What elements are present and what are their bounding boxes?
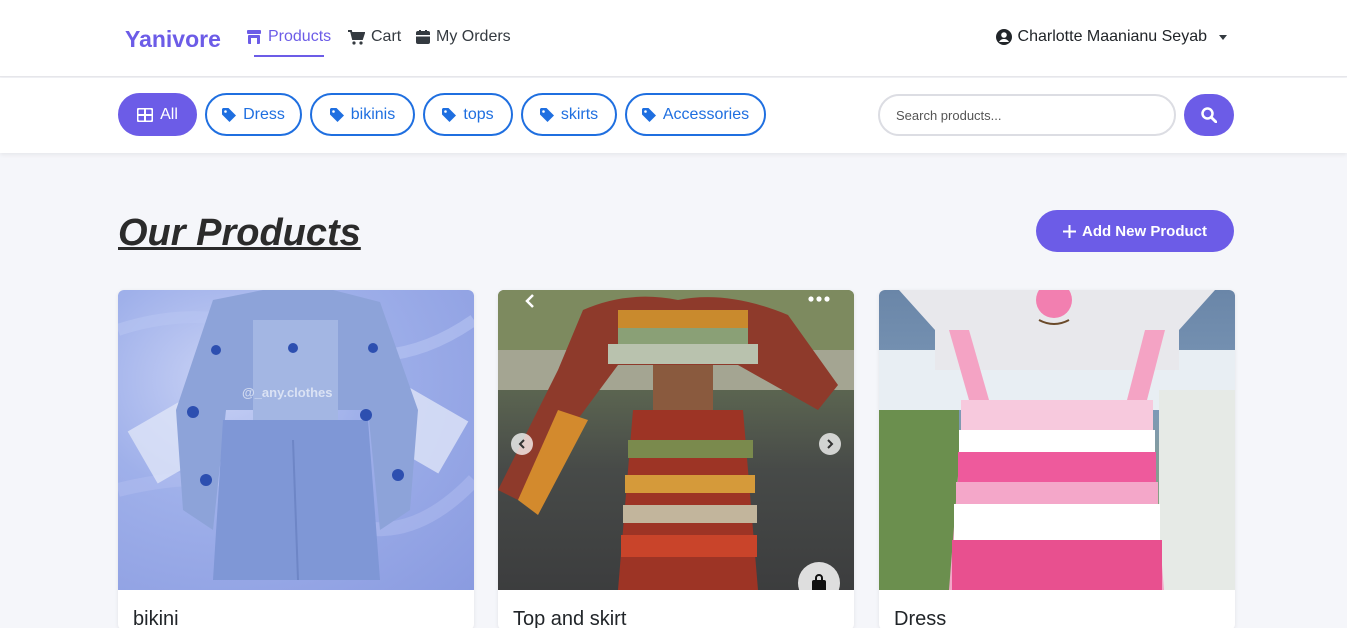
filter-accessories[interactable]: Accessories bbox=[625, 93, 766, 136]
product-card[interactable]: CCBoutique Dress bbox=[879, 290, 1235, 628]
outfit-illustration bbox=[879, 290, 1235, 590]
filter-all[interactable]: All bbox=[118, 93, 197, 136]
outfit-illustration bbox=[498, 290, 854, 590]
product-card[interactable]: Top and skirt bbox=[498, 290, 854, 628]
filter-accessories-label: Accessories bbox=[662, 105, 750, 123]
product-title: Top and skirt bbox=[513, 608, 627, 628]
chevron-left-icon bbox=[518, 439, 525, 449]
chevron-down-icon bbox=[1219, 34, 1227, 40]
search-icon bbox=[1201, 107, 1217, 123]
outfit-illustration bbox=[118, 290, 474, 581]
nav-orders[interactable]: My Orders bbox=[416, 28, 511, 46]
store-icon bbox=[247, 30, 261, 44]
category-filter-bar: All Dress bikinis tops skirts Accessorie… bbox=[0, 78, 1347, 153]
tag-icon bbox=[641, 107, 656, 122]
nav-cart[interactable]: Cart bbox=[348, 28, 401, 46]
product-image[interactable]: @_any.clothes bbox=[118, 290, 474, 590]
nav-products[interactable]: Products bbox=[246, 28, 331, 46]
carousel-next-button[interactable] bbox=[819, 433, 841, 455]
nav-products-label: Products bbox=[268, 28, 332, 45]
user-menu[interactable]: Charlotte Maanianu Seyab bbox=[995, 28, 1227, 46]
filter-skirts[interactable]: skirts bbox=[521, 93, 617, 136]
plus-icon bbox=[1062, 224, 1076, 238]
filter-all-label: All bbox=[160, 105, 178, 123]
tag-icon bbox=[442, 107, 457, 122]
product-image[interactable]: CCBoutique bbox=[879, 290, 1235, 590]
product-title: bikini bbox=[133, 608, 179, 628]
carousel-prev-button[interactable] bbox=[511, 433, 533, 455]
product-card[interactable]: @_any.clothes bikini bbox=[118, 290, 474, 628]
filter-bikinis[interactable]: bikinis bbox=[310, 93, 415, 136]
tag-icon bbox=[222, 107, 237, 122]
add-product-button[interactable]: Add New Product bbox=[1036, 210, 1234, 252]
box-icon bbox=[416, 30, 430, 44]
product-title: Dress bbox=[894, 608, 947, 628]
carousel-prev-top-icon[interactable] bbox=[524, 294, 536, 308]
cart-icon bbox=[348, 29, 365, 45]
search-input[interactable] bbox=[878, 94, 1176, 136]
active-nav-indicator bbox=[254, 55, 324, 57]
image-watermark: CCBoutique bbox=[967, 430, 1018, 441]
filter-skirts-label: skirts bbox=[560, 105, 599, 123]
filter-bikinis-label: bikinis bbox=[350, 105, 396, 123]
user-name: Charlotte Maanianu Seyab bbox=[1017, 28, 1207, 45]
top-navbar: Yanivore Products Cart My Orders Charlot… bbox=[0, 0, 1347, 77]
shopping-bag-icon bbox=[812, 574, 826, 590]
tag-icon bbox=[539, 107, 554, 122]
filter-dress-label: Dress bbox=[243, 105, 285, 123]
brand-logo[interactable]: Yanivore bbox=[125, 26, 221, 53]
user-circle-icon bbox=[995, 29, 1012, 45]
chevron-right-icon bbox=[827, 439, 834, 449]
filter-tops-label: tops bbox=[463, 105, 494, 123]
grid-icon bbox=[137, 107, 154, 122]
nav-orders-label: My Orders bbox=[436, 28, 511, 45]
page-title: Our Products bbox=[118, 212, 361, 254]
image-watermark: @_any.clothes bbox=[242, 385, 333, 400]
filter-dress[interactable]: Dress bbox=[205, 93, 302, 136]
add-product-label: Add New Product bbox=[1081, 222, 1207, 240]
search-button[interactable] bbox=[1184, 94, 1234, 136]
product-image-carousel[interactable] bbox=[498, 290, 854, 590]
tag-icon bbox=[329, 107, 344, 122]
nav-cart-label: Cart bbox=[371, 28, 402, 45]
filter-tops[interactable]: tops bbox=[423, 93, 513, 136]
more-options-icon[interactable] bbox=[808, 296, 830, 302]
